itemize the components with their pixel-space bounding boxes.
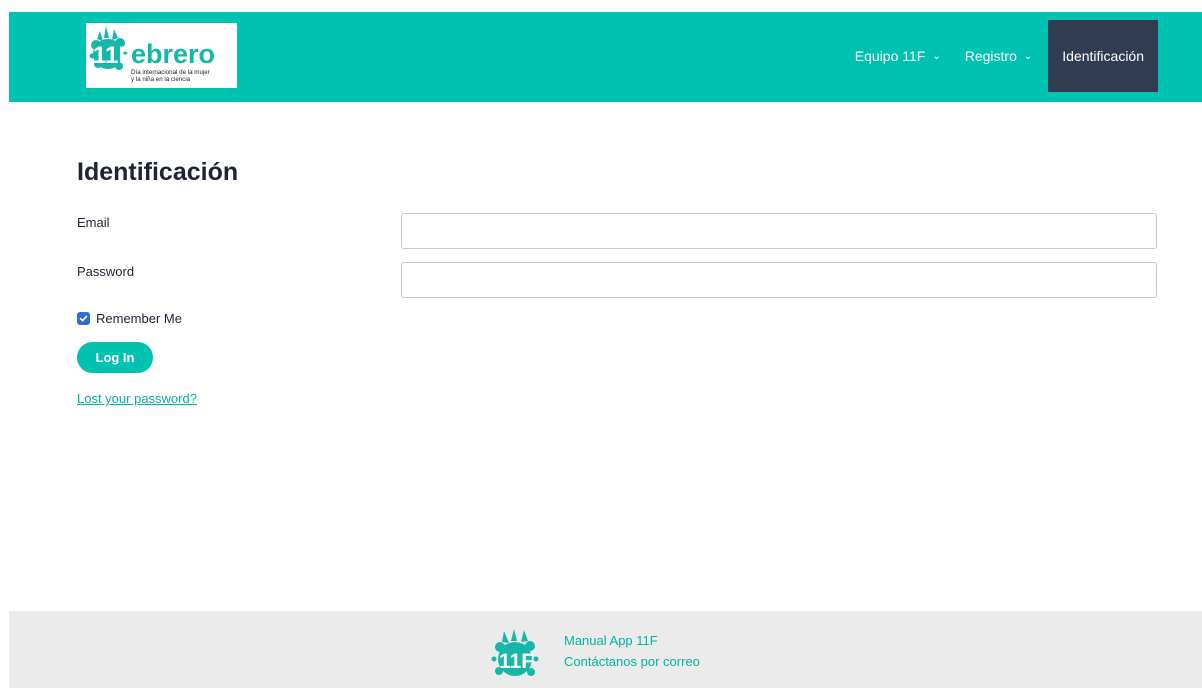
chevron-down-icon: ⌄ [1023,50,1033,62]
password-field[interactable] [401,262,1157,298]
password-label: Password [77,264,135,279]
svg-text:Día internacional de la mujer: Día internacional de la mujer [131,69,210,76]
main-nav: Equipo 11F ⌄ Registro ⌄ Identificación [843,20,1158,92]
chevron-down-icon: ⌄ [932,50,941,62]
site-logo[interactable]: 11F ebrero Día internacional de la mujer… [86,23,237,88]
nav-item-label: Equipo 11F [854,48,926,64]
email-field[interactable] [401,213,1157,249]
nav-item-registro[interactable]: Registro ⌄ [953,20,1045,92]
remember-me-checkbox[interactable] [77,312,90,325]
svg-text:11F: 11F [93,42,133,69]
svg-text:11F: 11F [499,650,534,673]
remember-me-label: Remember Me [96,311,182,326]
nav-item-identificacion[interactable]: Identificación [1048,20,1158,92]
contact-email-link[interactable]: Contáctanos por correo [564,654,700,669]
log-in-button[interactable]: Log In [77,342,153,373]
check-icon [79,315,88,322]
top-header: 11F ebrero Día internacional de la mujer… [9,12,1202,102]
email-label: Email [77,215,110,230]
footer-links: Manual App 11F Contáctanos por correo [564,633,700,669]
footer-logo-graphic: 11F [491,629,539,676]
svg-text:ebrero: ebrero [131,39,215,69]
manual-app-link[interactable]: Manual App 11F [564,633,700,648]
nav-item-equipo-11f[interactable]: Equipo 11F ⌄ [843,20,953,92]
logo-graphic: 11F ebrero Día internacional de la mujer… [89,26,215,83]
footer-logo: 11F [490,629,540,683]
nav-item-label: Identificación [1062,48,1144,64]
nav-item-label: Registro [964,48,1017,64]
remember-me-row: Remember Me [77,311,182,326]
lost-password-link[interactable]: Lost your password? [77,391,197,406]
svg-text:y la niña en la ciencia: y la niña en la ciencia [131,76,191,83]
page-title: Identificación [77,158,239,186]
site-footer: 11F Manual App 11F Contáctanos por corre… [9,611,1202,688]
